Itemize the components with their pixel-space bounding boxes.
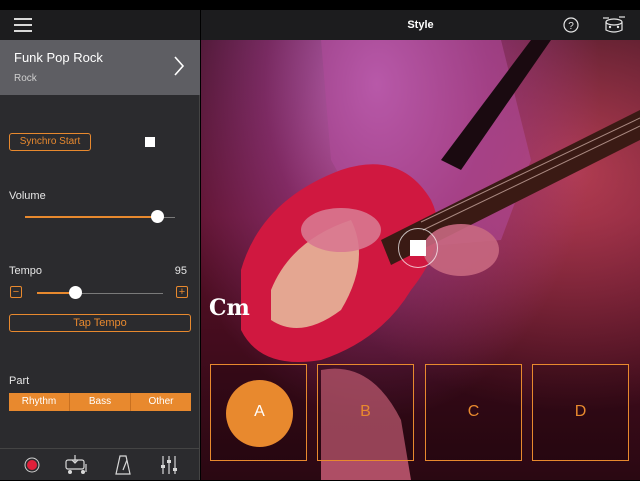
record-icon[interactable]	[24, 457, 40, 473]
volume-label: Volume	[9, 190, 46, 202]
tempo-increase-button[interactable]: +	[176, 286, 188, 298]
synchro-start-checkbox[interactable]	[145, 137, 155, 147]
section-pad-c-label: C	[467, 403, 480, 420]
bottom-toolbar	[0, 448, 200, 481]
section-pad-a-label: A	[254, 403, 265, 420]
stop-icon	[410, 240, 426, 256]
tempo-decrease-button[interactable]: −	[10, 286, 22, 298]
style-selector[interactable]: Funk Pop Rock Rock	[0, 40, 200, 95]
svg-text:?: ?	[568, 21, 574, 32]
section-pad-a-active: A	[226, 380, 293, 447]
position-indicator[interactable]	[398, 228, 438, 268]
help-icon[interactable]: ?	[563, 17, 579, 33]
chord-display: Cm	[209, 295, 250, 321]
part-option-rhythm[interactable]: Rhythm	[9, 393, 70, 411]
chevron-right-icon	[174, 56, 185, 76]
part-selector: Rhythm Bass Other	[9, 393, 191, 411]
tempo-thumb[interactable]	[69, 286, 82, 299]
section-pad-d[interactable]: D	[532, 364, 629, 461]
part-option-bass[interactable]: Bass	[70, 393, 131, 411]
style-genre: Rock	[14, 73, 37, 84]
mixer-icon[interactable]	[160, 455, 178, 475]
audio-export-icon[interactable]	[64, 454, 90, 476]
section-pad-b[interactable]: B	[317, 364, 414, 461]
volume-slider[interactable]	[25, 210, 175, 224]
section-pad-d-label: D	[574, 403, 587, 420]
metronome-icon[interactable]	[115, 455, 131, 475]
tempo-slider[interactable]	[37, 286, 163, 300]
tempo-label: Tempo	[9, 265, 43, 277]
tap-tempo-button[interactable]: Tap Tempo	[9, 314, 191, 332]
tempo-value: 95	[174, 265, 187, 277]
status-bar	[0, 0, 640, 10]
style-name: Funk Pop Rock	[14, 50, 103, 65]
sidebar-header	[0, 10, 200, 40]
hamburger-menu-icon[interactable]	[14, 18, 32, 32]
sidebar: Funk Pop Rock Rock Synchro Start Volume …	[0, 10, 200, 480]
synchro-start-button[interactable]: Synchro Start	[9, 133, 91, 151]
volume-thumb[interactable]	[151, 210, 164, 223]
part-option-other[interactable]: Other	[131, 393, 191, 411]
volume-fill	[25, 216, 157, 218]
section-pad-c[interactable]: C	[425, 364, 522, 461]
section-pad-b-label: B	[360, 403, 371, 420]
main-area: Style ? Cm A B C D	[201, 10, 640, 480]
section-pad-a[interactable]: A	[210, 364, 307, 461]
part-label: Part	[9, 375, 30, 387]
main-header: Style ?	[201, 10, 640, 40]
drum-kit-icon[interactable]	[601, 15, 627, 35]
